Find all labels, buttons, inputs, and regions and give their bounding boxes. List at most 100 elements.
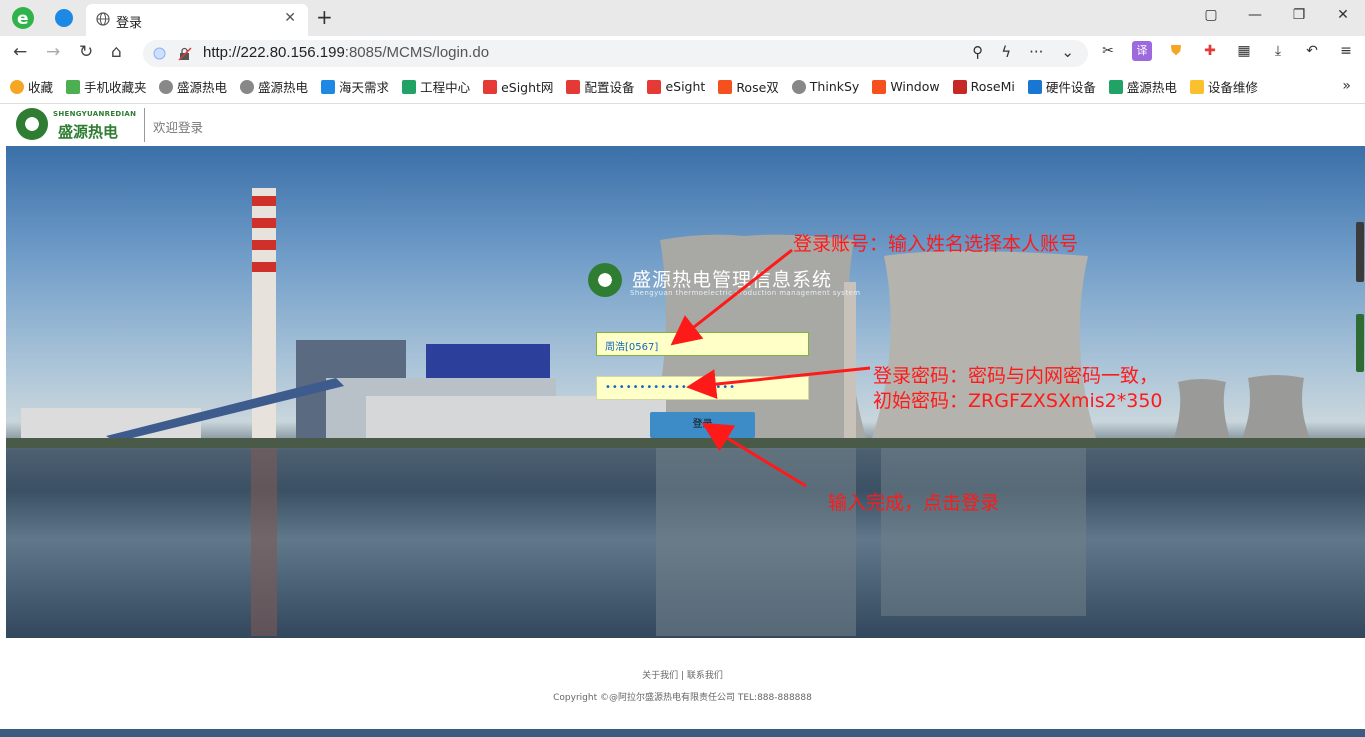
bookmark-item[interactable]: 盛源热电 [159, 77, 227, 96]
bookmark-item[interactable]: eSight [647, 79, 705, 94]
bookmark-label: ThinkSy [809, 79, 860, 94]
bookmark-label: Rose双 [736, 80, 779, 95]
c-icon [718, 79, 733, 94]
r-icon [952, 79, 967, 94]
about-link[interactable]: 关于我们 [642, 671, 678, 681]
shield-icon[interactable]: ⛊ [1166, 41, 1186, 61]
bookmarks-bar: 收藏 手机收藏夹 盛源热电 盛源热电 海天需求 工程中心 eSight网 配置设备 eSight… [0, 70, 1365, 104]
bookmark-item[interactable]: 收藏 [10, 77, 53, 96]
bookmark-label: RoseMi [970, 79, 1015, 94]
username-input[interactable]: 周浩[0567] [596, 332, 809, 356]
logo-chinese: 盛源热电 [58, 123, 119, 141]
bookmark-label: eSight网 [501, 80, 554, 95]
menu-icon[interactable]: ≡ [1336, 41, 1356, 61]
chevron-down-icon[interactable]: ⌄ [1061, 43, 1074, 61]
bookmark-label: eSight [665, 79, 706, 94]
globe-icon [159, 79, 174, 94]
reload-icon[interactable]: ↻ [79, 42, 93, 62]
sky-icon [321, 79, 336, 94]
footer-links: 关于我们 | 联系我们 [0, 668, 1365, 681]
side-scrollbar[interactable] [1355, 222, 1365, 374]
window-controls: ▢ — ❐ ✕ [1189, 0, 1365, 32]
address-bar[interactable]: http://222.80.156.199:8085/MCMS/login.do… [143, 40, 1088, 67]
bookmark-label: 设备维修 [1207, 80, 1258, 95]
bookmark-label: 手机收藏夹 [84, 80, 147, 95]
translate-icon[interactable]: 译 [1132, 41, 1152, 61]
skin-icon[interactable]: ▢ [1189, 0, 1233, 32]
welcome-text: 欢迎登录 [153, 120, 204, 135]
sheet-icon [1108, 79, 1123, 94]
bookmark-label: 盛源热电 [258, 80, 309, 95]
phone-icon [66, 79, 81, 94]
bookmark-item[interactable]: 盛源热电 [1108, 77, 1177, 96]
bookmark-item[interactable]: Rose双 [718, 77, 779, 96]
footer-separator: | [680, 671, 685, 681]
annotation-password-line2: 初始密码：ZRGFZXSXmis2*350 [873, 390, 1163, 412]
company-logo-icon [16, 108, 48, 140]
star-icon [10, 79, 24, 94]
scroll-thumb-bottom[interactable] [1356, 314, 1364, 372]
bookmark-item[interactable]: 海天需求 [321, 77, 389, 96]
address-toolbar: ← → ↻ ⌂ http://222.80.156.199:8085/MCMS/… [0, 36, 1365, 70]
huawei-icon [483, 79, 498, 94]
restore-button[interactable]: ❐ [1277, 0, 1321, 32]
scissors-icon[interactable]: ✂ [1098, 41, 1118, 61]
bookmark-item[interactable]: Window [872, 79, 940, 94]
pinned-tab-icon[interactable] [55, 9, 73, 27]
site-status-icon[interactable] [153, 47, 166, 60]
more-icon[interactable]: ··· [1029, 43, 1043, 61]
annotation-username: 登录账号：输入姓名选择本人账号 [793, 233, 1079, 255]
insecure-lock-icon[interactable] [178, 47, 192, 61]
bookmark-label: 硬件设备 [1045, 80, 1096, 95]
bookmark-label: Window [890, 79, 940, 94]
apps-icon[interactable]: ▦ [1234, 41, 1254, 61]
bookmark-label: 配置设备 [584, 80, 635, 95]
person-icon [1027, 79, 1042, 94]
annotation-login: 输入完成，点击登录 [828, 492, 1000, 514]
new-tab-button[interactable]: + [316, 5, 333, 29]
huawei-icon [566, 79, 581, 94]
download-icon[interactable]: ⤓ [1268, 41, 1288, 61]
bookmark-item[interactable]: RoseMi [952, 79, 1015, 94]
password-input[interactable]: ••••••••••••••••••• [596, 376, 809, 400]
undo-icon[interactable]: ↶ [1302, 41, 1322, 61]
bookmark-item[interactable]: ThinkSy [791, 79, 860, 94]
back-arrow-icon[interactable]: ← [13, 42, 27, 62]
huawei-icon [647, 79, 662, 94]
gamepad-icon[interactable]: ✚ [1200, 41, 1220, 61]
bookmark-item[interactable]: 配置设备 [566, 77, 634, 96]
bookmark-label: 收藏 [28, 80, 54, 95]
bookmark-item[interactable]: 设备维修 [1189, 77, 1258, 96]
scroll-thumb-top[interactable] [1356, 222, 1364, 282]
tab-login[interactable]: 登录 ✕ [86, 4, 308, 36]
q-icon [1189, 79, 1204, 94]
url-actions: ⚲ ϟ ··· ⌄ [972, 43, 1074, 61]
forward-arrow-icon[interactable]: → [46, 42, 60, 62]
login-button[interactable]: 登录 [650, 412, 755, 438]
annotation-password-line1: 登录密码：密码与内网密码一致， [873, 365, 1159, 387]
right-tools: ✂ 译 ⛊ ✚ ▦ ⤓ ↶ ≡ [1098, 41, 1356, 61]
bookmark-item[interactable]: 手机收藏夹 [66, 77, 146, 96]
search-icon[interactable]: ⚲ [972, 43, 983, 61]
contact-link[interactable]: 联系我们 [687, 671, 723, 681]
bookmark-item[interactable]: 硬件设备 [1027, 77, 1096, 96]
lightning-icon[interactable]: ϟ [1001, 43, 1011, 61]
bookmark-item[interactable]: 盛源热电 [240, 77, 308, 96]
bookmark-item[interactable]: eSight网 [483, 77, 553, 96]
bookmark-item[interactable]: 工程中心 [402, 77, 470, 96]
url-text[interactable]: http://222.80.156.199:8085/MCMS/login.do [203, 44, 489, 61]
system-logo-icon [588, 263, 622, 297]
os-taskbar [0, 729, 1365, 737]
close-icon[interactable]: ✕ [284, 10, 296, 26]
tab-strip: e 登录 ✕ + ▢ — ❐ ✕ [0, 0, 1365, 36]
browser-logo-icon[interactable]: e [11, 6, 35, 30]
bookmark-label: 盛源热电 [1126, 80, 1177, 95]
bookmark-label: 工程中心 [420, 80, 471, 95]
sheet-icon [402, 79, 417, 94]
c-icon [872, 79, 887, 94]
home-icon[interactable]: ⌂ [111, 42, 122, 62]
close-window-button[interactable]: ✕ [1321, 0, 1365, 32]
bookmarks-more-icon[interactable]: » [1342, 78, 1351, 94]
annotation-password: 登录密码：密码与内网密码一致， 初始密码：ZRGFZXSXmis2*350 [873, 364, 1163, 414]
minimize-button[interactable]: — [1233, 0, 1277, 32]
